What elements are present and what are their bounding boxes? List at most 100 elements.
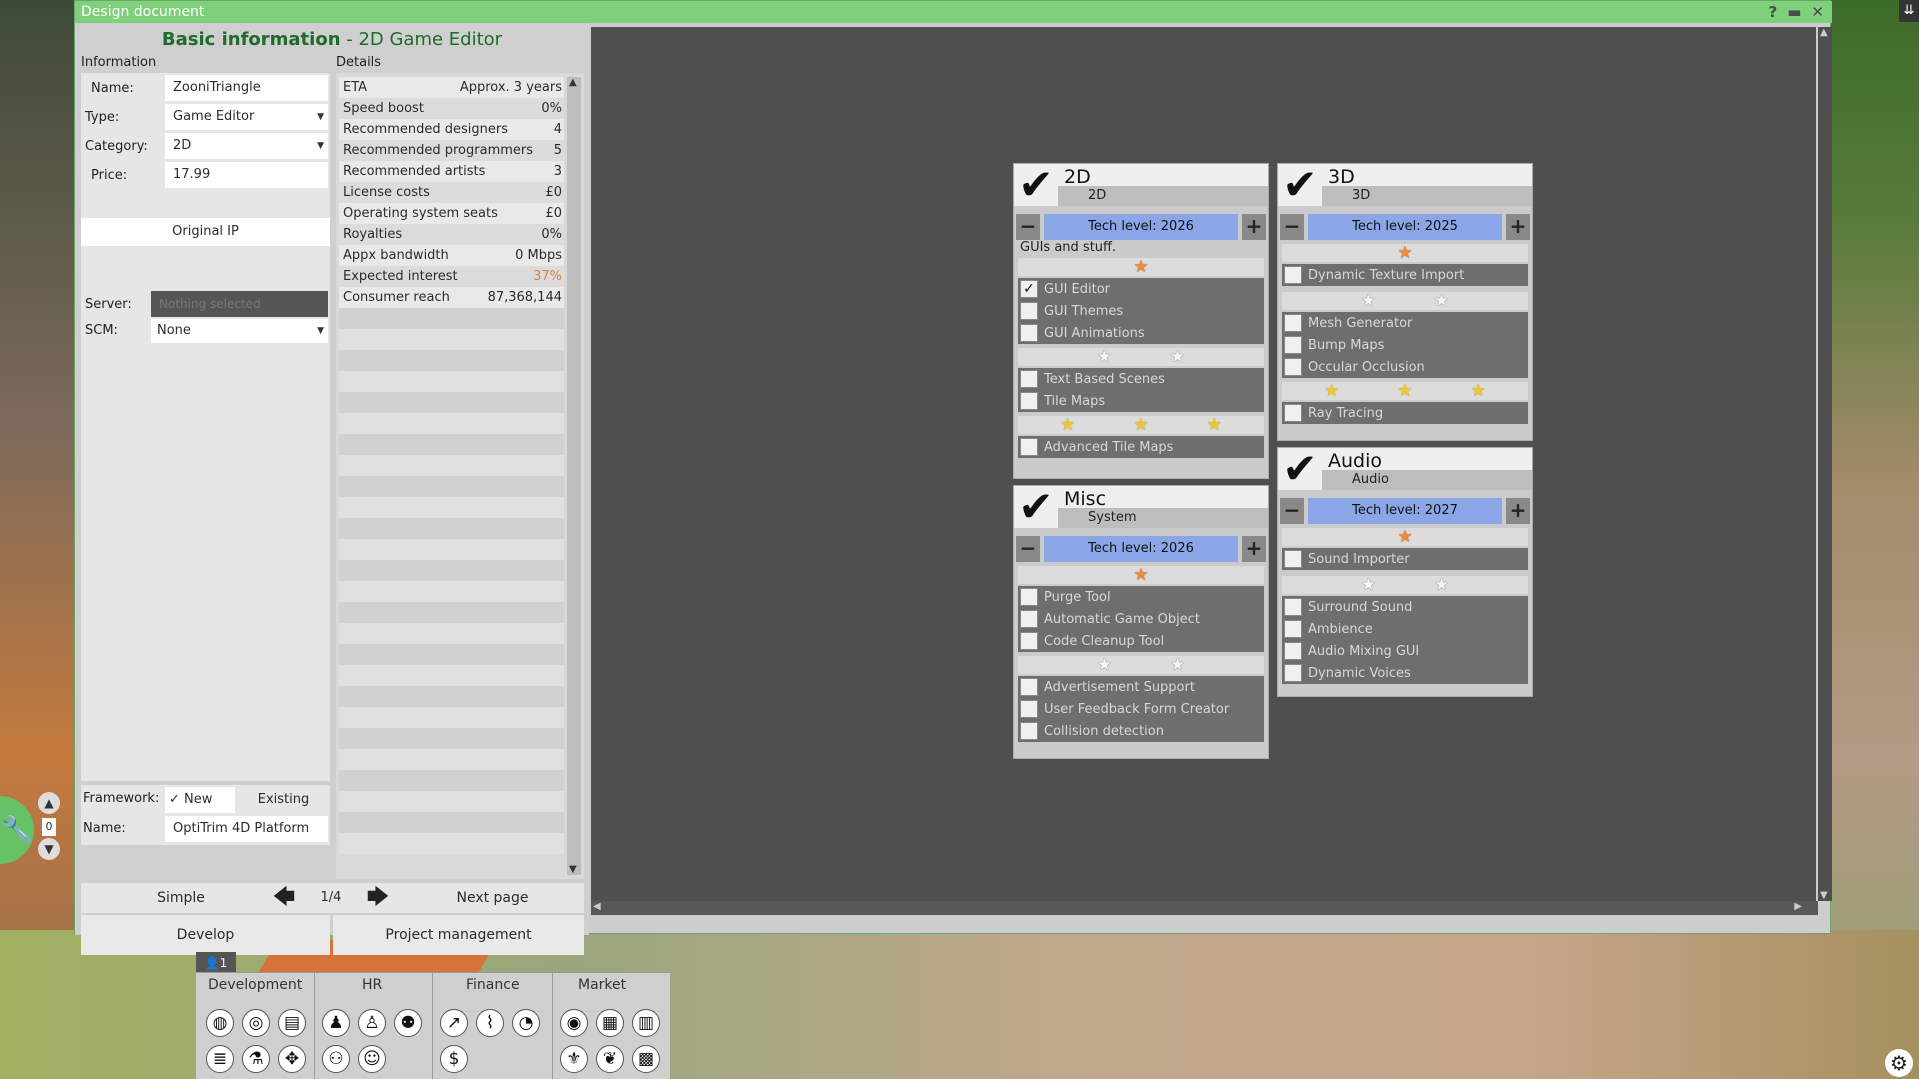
checkbox[interactable] [1020, 324, 1038, 342]
price-input[interactable]: 17.99 [165, 162, 328, 188]
canvas-horizontal-scrollbar[interactable]: ◀ ▶ [591, 901, 1818, 915]
dollar-icon[interactable]: $ [440, 1045, 468, 1073]
feature-row[interactable]: Purge Tool [1018, 586, 1264, 608]
award-icon[interactable]: ⚜ [560, 1045, 588, 1073]
close-icon[interactable]: ✕ [1811, 1, 1824, 23]
feature-row[interactable]: Surround Sound [1282, 596, 1528, 618]
world-icon[interactable]: ◎ [242, 1009, 270, 1037]
check-icon[interactable]: ✔ [1278, 448, 1322, 490]
canvas-vertical-scrollbar[interactable]: ▲ ▼ [1818, 27, 1832, 901]
checkbox[interactable] [1284, 620, 1302, 638]
feature-row[interactable]: Dynamic Texture Import [1282, 264, 1528, 286]
toolbar-category-development[interactable]: Development [208, 977, 302, 993]
project-management-button[interactable]: Project management [333, 915, 584, 955]
checkbox[interactable] [1020, 302, 1038, 320]
arrow-up-icon[interactable]: ▲ [38, 792, 60, 814]
checkbox[interactable] [1284, 314, 1302, 332]
feature-row[interactable]: Code Cleanup Tool [1018, 630, 1264, 652]
spreadsheet-icon[interactable]: ▦ [596, 1009, 624, 1037]
develop-button[interactable]: Develop [81, 915, 330, 955]
feature-row[interactable]: Audio Mixing GUI [1282, 640, 1528, 662]
feature-row[interactable]: Occular Occlusion [1282, 356, 1528, 378]
simple-button[interactable]: Simple [81, 883, 281, 913]
monitor-icon[interactable]: ▤ [278, 1009, 306, 1037]
feature-row[interactable]: Ray Tracing [1282, 402, 1528, 424]
checkbox[interactable] [1284, 642, 1302, 660]
feature-row[interactable]: Ambience [1282, 618, 1528, 640]
category-select[interactable]: 2D [165, 133, 328, 159]
checkbox[interactable] [1020, 370, 1038, 388]
gear-icon[interactable]: ⚙ [1885, 1049, 1913, 1077]
minus-icon[interactable]: − [1016, 536, 1040, 562]
check-icon[interactable]: ✔ [1014, 486, 1058, 528]
prev-page-arrow-icon[interactable]: 🡄 [269, 883, 299, 913]
settings-icon[interactable]: ✥ [278, 1045, 306, 1073]
feature-row[interactable]: Bump Maps [1282, 334, 1528, 356]
checkbox[interactable] [1020, 722, 1038, 740]
feature-row[interactable]: Advertisement Support [1018, 676, 1264, 698]
scm-select[interactable]: None [151, 319, 328, 343]
checkbox[interactable] [1020, 678, 1038, 696]
plus-icon[interactable]: + [1242, 536, 1266, 562]
checkbox[interactable] [1020, 392, 1038, 410]
checkbox[interactable] [1020, 438, 1038, 456]
feature-row[interactable]: Advanced Tile Maps [1018, 436, 1264, 458]
team-icon[interactable]: ⚉ [394, 1009, 422, 1037]
arrow-down-icon[interactable]: ▼ [38, 838, 60, 860]
minus-icon[interactable]: − [1280, 214, 1304, 240]
feature-row[interactable]: Automatic Game Object [1018, 608, 1264, 630]
toolbar-category-market[interactable]: Market [578, 977, 626, 993]
hire-person-icon[interactable]: ♙ [358, 1009, 386, 1037]
next-page-arrow-icon[interactable]: 🡆 [363, 883, 393, 913]
globe-icon[interactable]: ◍ [206, 1009, 234, 1037]
scroll-icon[interactable]: ≣ [206, 1045, 234, 1073]
restroom-icon[interactable]: ⚇ [322, 1045, 350, 1073]
feature-row[interactable]: Collision detection [1018, 720, 1264, 742]
checkbox[interactable]: ✓ [1020, 280, 1038, 298]
market-globe-icon[interactable]: ◉ [560, 1009, 588, 1037]
minimize-icon[interactable]: ▬ [1787, 1, 1801, 23]
toolbar-category-hr[interactable]: HR [362, 977, 382, 993]
feature-row[interactable]: ✓ GUI Editor [1018, 278, 1264, 300]
plus-icon[interactable]: + [1242, 214, 1266, 240]
checkbox[interactable] [1284, 550, 1302, 568]
feature-row[interactable]: Dynamic Voices [1282, 662, 1528, 684]
check-icon[interactable]: ✔ [1014, 164, 1058, 206]
checkbox[interactable] [1020, 632, 1038, 650]
feature-row[interactable]: GUI Themes [1018, 300, 1264, 322]
news-icon[interactable]: ▥ [632, 1009, 660, 1037]
smiley-icon[interactable]: ☺ [358, 1045, 386, 1073]
line-chart-icon[interactable]: ⌇ [476, 1009, 504, 1037]
scroll-left-icon[interactable]: ◀ [593, 901, 601, 912]
checkbox[interactable] [1284, 336, 1302, 354]
scroll-right-icon[interactable]: ▶ [1794, 901, 1802, 912]
server-select[interactable]: Nothing selected [151, 291, 328, 317]
framework-new-option[interactable]: ✓ New [165, 787, 235, 813]
scroll-up-icon[interactable]: ▲ [1820, 27, 1828, 38]
checkbox[interactable] [1284, 664, 1302, 682]
checkbox[interactable] [1284, 358, 1302, 376]
eagle-icon[interactable]: ❦ [596, 1045, 624, 1073]
checkbox[interactable] [1020, 700, 1038, 718]
collapse-icon[interactable]: ⇊ [1899, 0, 1919, 22]
flask-icon[interactable]: ⚗ [242, 1045, 270, 1073]
calendar-icon[interactable]: ▩ [632, 1045, 660, 1073]
checkbox[interactable] [1284, 404, 1302, 422]
title-bar[interactable]: Design document ? ▬ ✕ [75, 1, 1832, 23]
feature-row[interactable]: GUI Animations [1018, 322, 1264, 344]
feature-row[interactable]: Tile Maps [1018, 390, 1264, 412]
person-icon[interactable]: ♟ [322, 1009, 350, 1037]
details-scrollbar[interactable]: ▲ ▼ [567, 77, 581, 875]
scroll-down-icon[interactable]: ▼ [569, 864, 577, 875]
checkbox[interactable] [1284, 598, 1302, 616]
checkbox[interactable] [1020, 588, 1038, 606]
arrow-trend-icon[interactable]: ↗ [440, 1009, 468, 1037]
help-icon[interactable]: ? [1769, 1, 1778, 23]
toolbar-category-finance[interactable]: Finance [466, 977, 520, 993]
next-page-button[interactable]: Next page [401, 883, 584, 913]
type-select[interactable]: Game Editor [165, 104, 328, 130]
framework-existing-option[interactable]: Existing [239, 787, 328, 813]
framework-name-input[interactable]: OptiTrim 4D Platform [165, 816, 328, 842]
feature-canvas[interactable]: ✔ 2D 2D − Tech level: 2026 + GUIs and st… [591, 27, 1816, 901]
plus-icon[interactable]: + [1506, 498, 1530, 524]
